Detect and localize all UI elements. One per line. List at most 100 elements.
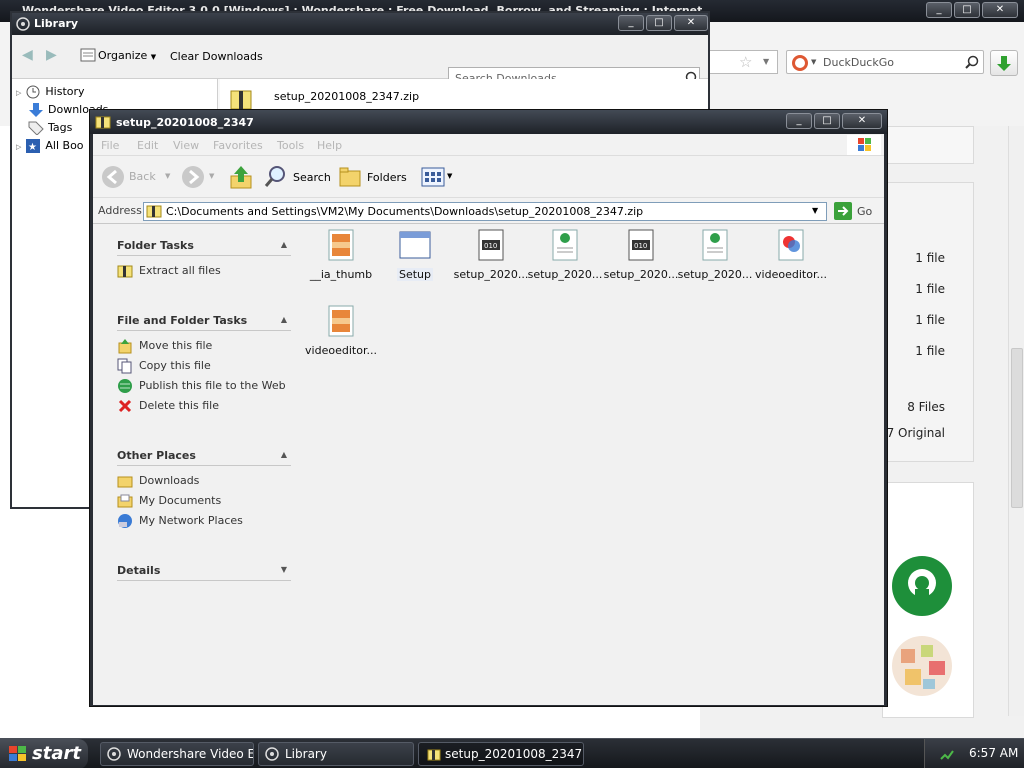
clear-downloads-button[interactable]: Clear Downloads	[170, 50, 263, 63]
my-documents-link[interactable]: My Documents	[117, 493, 221, 511]
menu-file[interactable]: File	[101, 139, 119, 152]
start-button[interactable]: start	[0, 739, 88, 768]
sidebar-item-tags[interactable]: Tags	[28, 121, 72, 139]
duckduckgo-icon	[792, 55, 808, 71]
expand-icon[interactable]: ▼	[281, 565, 287, 574]
folder-tasks-header[interactable]: Folder Tasks ▲	[117, 236, 291, 256]
task-label: Move this file	[139, 339, 213, 352]
sidebar-item-all-bookmarks[interactable]: ▷ ★ All Boo	[16, 139, 84, 157]
maximize-button[interactable]: □	[814, 113, 840, 129]
task-label: Wondershare Video E...	[127, 747, 254, 761]
address-path: C:\Documents and Settings\VM2\My Documen…	[166, 205, 644, 218]
minimize-button[interactable]: _	[618, 15, 644, 31]
minimize-button[interactable]: _	[926, 2, 952, 18]
views-button[interactable]: ▼	[421, 166, 455, 188]
task-label: Copy this file	[139, 359, 211, 372]
address-label: Address	[98, 204, 142, 217]
forward-arrow-icon[interactable]	[181, 165, 205, 189]
back-dropdown-icon[interactable]: ▼	[165, 172, 170, 180]
windows-logo-icon	[847, 135, 881, 155]
copy-file-link[interactable]: Copy this file	[117, 358, 211, 376]
search-icon[interactable]	[965, 55, 979, 69]
dropdown-arrow-icon[interactable]: ▼	[763, 57, 769, 66]
taskbar-item-explorer[interactable]: setup_20201008_2347	[418, 742, 584, 766]
copy-icon	[117, 358, 132, 374]
web-file-icon	[702, 229, 728, 261]
task-label: Extract all files	[139, 264, 221, 277]
close-button[interactable]: ✕	[842, 113, 882, 129]
clock[interactable]: 6:57 AM	[969, 746, 1018, 760]
move-file-link[interactable]: Move this file	[117, 338, 212, 356]
downloads-place-link[interactable]: Downloads	[117, 473, 199, 491]
taskbar-item-library[interactable]: Library	[258, 742, 414, 766]
publish-web-link[interactable]: Publish this file to the Web	[117, 378, 286, 396]
file-icon-item[interactable]: __ia_thumb	[303, 228, 379, 281]
back-arrow-icon[interactable]: ◀	[22, 47, 33, 63]
file-folder-tasks-header[interactable]: File and Folder Tasks ▲	[117, 311, 291, 331]
delete-file-link[interactable]: Delete this file	[117, 398, 219, 416]
search-button[interactable]: Search	[263, 164, 333, 190]
file-icon-item[interactable]: setup_2020...	[677, 228, 753, 281]
sidebar-item-history[interactable]: ▷ History	[16, 85, 85, 103]
folders-button[interactable]: Folders	[339, 164, 409, 190]
extract-all-files-link[interactable]: Extract all files	[117, 263, 221, 281]
file-label: setup_2020...	[677, 268, 753, 281]
search-bar[interactable]: ▼ DuckDuckGo	[786, 50, 984, 74]
minimize-button[interactable]: _	[786, 113, 812, 129]
expand-arrow-icon[interactable]: ▷	[16, 143, 21, 151]
folder-icon	[117, 476, 133, 488]
group-title: Other Places	[117, 449, 196, 462]
menu-tools[interactable]: Tools	[277, 139, 304, 152]
network-places-link[interactable]: My Network Places	[117, 513, 243, 531]
library-title-bar[interactable]: Library _ □ ✕	[12, 13, 708, 35]
file-icon-item[interactable]: videoeditor...	[753, 228, 829, 281]
forward-arrow-icon[interactable]: ▶	[46, 47, 57, 63]
bookmarks-star-icon: ★	[26, 139, 41, 153]
file-icon-item[interactable]: setup_2020...	[527, 228, 603, 281]
menu-help[interactable]: Help	[317, 139, 342, 152]
search-label: Search	[293, 171, 331, 184]
address-dropdown-icon[interactable]: ▼	[812, 206, 818, 215]
close-button[interactable]: ✕	[674, 15, 708, 31]
menu-favorites[interactable]: Favorites	[213, 139, 263, 152]
explorer-title-bar[interactable]: setup_20201008_2347 _ □ ✕	[90, 110, 887, 134]
collapse-icon[interactable]: ▲	[281, 450, 287, 459]
close-button[interactable]: ✕	[982, 2, 1018, 18]
collapse-icon[interactable]: ▲	[281, 315, 287, 324]
details-header[interactable]: Details ▼	[117, 561, 291, 581]
search-engine-label: DuckDuckGo	[823, 56, 894, 69]
file-icon-item[interactable]: Setup	[377, 228, 453, 281]
file-icon-item[interactable]: videoeditor...	[303, 304, 379, 357]
maximize-button[interactable]: □	[646, 15, 672, 31]
file-icon-item[interactable]: 010 setup_2020...	[603, 228, 679, 281]
sidebar-label: History	[45, 85, 85, 98]
menu-edit[interactable]: Edit	[137, 139, 158, 152]
up-folder-icon[interactable]	[229, 164, 253, 190]
expand-arrow-icon[interactable]: ▷	[16, 89, 21, 97]
go-button[interactable]: Go	[833, 201, 879, 222]
organize-button[interactable]: Organize ▼	[98, 49, 156, 62]
firefox-icon	[107, 747, 121, 761]
downloads-button[interactable]	[990, 50, 1018, 76]
explorer-window: setup_20201008_2347 _ □ ✕ File Edit View…	[89, 109, 888, 707]
engine-dropdown-icon[interactable]: ▼	[811, 58, 816, 66]
page-scrollbar[interactable]	[1008, 126, 1024, 716]
menu-view[interactable]: View	[173, 139, 199, 152]
other-places-header[interactable]: Other Places ▲	[117, 446, 291, 466]
folders-icon	[339, 167, 361, 187]
magnifier-icon	[264, 166, 285, 187]
group-title: Details	[117, 564, 161, 577]
address-input[interactable]: C:\Documents and Settings\VM2\My Documen…	[143, 202, 827, 221]
bookmark-star-icon[interactable]: ☆	[739, 53, 752, 71]
taskbar-item-firefox[interactable]: Wondershare Video E...	[100, 742, 254, 766]
back-button[interactable]: Back	[101, 164, 161, 190]
scrollbar-thumb[interactable]	[1011, 348, 1023, 508]
maximize-button[interactable]: □	[954, 2, 980, 18]
network-tray-icon[interactable]	[939, 746, 955, 762]
file-icon-item[interactable]: 010 setup_2020...	[453, 228, 529, 281]
views-dropdown-icon: ▼	[447, 172, 453, 180]
forward-dropdown-icon[interactable]: ▼	[209, 172, 214, 180]
url-bar[interactable]: ☆ ▼	[700, 50, 778, 74]
collapse-icon[interactable]: ▲	[281, 240, 287, 249]
files-panel: 1 file 1 file 1 file 1 file 8 Files 7 Or…	[886, 182, 974, 462]
